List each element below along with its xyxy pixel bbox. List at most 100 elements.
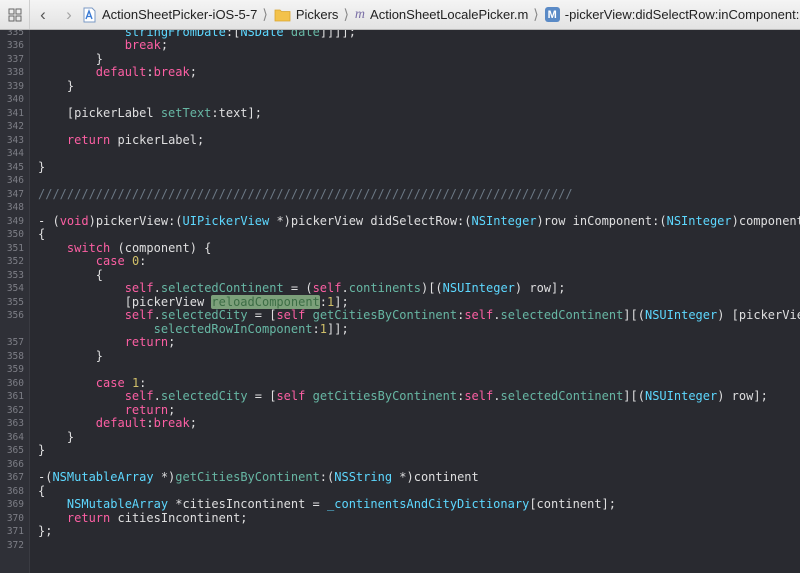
code-text: return; xyxy=(38,402,176,418)
code-token: ; xyxy=(160,38,169,52)
code-line[interactable]: 365} xyxy=(0,443,800,458)
code-line[interactable]: 344 xyxy=(0,147,800,161)
code-token: : xyxy=(139,254,147,268)
code-token: return xyxy=(66,510,111,525)
code-token: break xyxy=(124,38,161,52)
code-line[interactable]: 347 /////////////////////////////////////… xyxy=(0,187,800,202)
code-line[interactable]: 351 switch (component) { xyxy=(0,240,800,256)
code-token: . xyxy=(153,281,161,295)
source-editor[interactable]: 335 stringFromDate:[NSDate date]]]]; 336 … xyxy=(0,30,800,573)
code-line[interactable]: 345} xyxy=(0,160,800,175)
code-token: (component) { xyxy=(110,240,212,255)
code-token: self xyxy=(464,308,494,322)
code-line[interactable]: selectedRowInComponent:1]]; xyxy=(0,321,800,337)
code-token: = [ xyxy=(247,308,277,322)
code-token: { xyxy=(38,483,46,498)
code-token: : xyxy=(312,321,320,336)
code-text: { xyxy=(38,483,46,499)
code-text: case 0: xyxy=(38,254,147,269)
code-token: reloadComponent xyxy=(211,294,320,309)
code-line[interactable]: 361 self.selectedCity = [self getCitiesB… xyxy=(0,389,800,404)
code-text: - (void)pickerView:(UIPickerView *)picke… xyxy=(38,213,800,229)
code-line[interactable]: 370 return citiesIncontinent; xyxy=(0,510,800,526)
code-line[interactable]: 367 -(NSMutableArray *)getCitiesByContine… xyxy=(0,470,800,485)
code-token: self xyxy=(124,308,154,322)
line-number: 365 xyxy=(6,445,24,456)
code-token: continents xyxy=(348,281,421,295)
code-line[interactable]: 343 return pickerLabel; xyxy=(0,133,800,148)
code-token: date xyxy=(290,30,320,39)
code-line[interactable]: 348 xyxy=(0,201,800,215)
code-line[interactable]: 372 xyxy=(0,539,800,553)
code-line[interactable]: 346 xyxy=(0,174,800,188)
code-line[interactable]: 364 } xyxy=(0,430,800,445)
code-text: return; xyxy=(38,335,176,350)
line-number: 336 xyxy=(6,40,24,51)
code-line[interactable]: 366 xyxy=(0,458,800,472)
code-line[interactable]: 340 xyxy=(0,93,800,107)
code-line[interactable]: 352 case 0: xyxy=(0,254,800,269)
breadcrumb-method[interactable]: M -pickerView:didSelectRow:inComponent: xyxy=(544,0,800,29)
code-token: NSInteger xyxy=(666,213,732,228)
code-token: = ( xyxy=(283,281,313,295)
code-line[interactable]: 362 return; xyxy=(0,402,800,418)
xcode-project-icon xyxy=(82,7,97,23)
code-token: return xyxy=(124,402,169,417)
breadcrumb-file[interactable]: m ActionSheetLocalePicker.m xyxy=(355,0,528,29)
line-number: 343 xyxy=(6,134,24,146)
code-line[interactable]: 360 case 1: xyxy=(0,376,800,391)
code-token: [continent]; xyxy=(529,497,617,511)
code-line[interactable]: 353 { xyxy=(0,268,800,283)
breadcrumb-group[interactable]: Pickers xyxy=(274,0,338,29)
breadcrumb-project[interactable]: ActionSheetPicker-iOS-5-7 xyxy=(82,0,257,29)
code-text: { xyxy=(38,227,45,242)
code-line[interactable]: 355 [pickerView reloadComponent:1]; xyxy=(0,294,800,310)
code-line[interactable]: 342 xyxy=(0,120,800,134)
code-token: : xyxy=(146,65,154,79)
code-token: ) [pickerView xyxy=(717,308,800,322)
code-line[interactable]: 369 NSMutableArray *citiesIncontinent = … xyxy=(0,497,800,512)
code-token: citiesIncontinent; xyxy=(110,510,248,525)
code-line[interactable]: 354 self.selectedContinent = (self.conti… xyxy=(0,281,800,296)
code-token: )row inComponent:( xyxy=(536,213,667,228)
code-token: selectedCity xyxy=(160,389,248,403)
code-token: } xyxy=(95,348,104,363)
jump-bar: ‹ › ActionSheetPicker-iOS-5-7 ⟩ Pickers … xyxy=(0,0,800,30)
code-line[interactable]: 338 default:break; xyxy=(0,65,800,80)
code-text: } xyxy=(38,52,103,67)
line-number: 361 xyxy=(6,391,24,402)
code-line[interactable]: 341 [pickerLabel setText:text]; xyxy=(0,106,800,121)
code-text: } xyxy=(38,430,74,445)
code-token: ][( xyxy=(623,389,645,403)
code-token: ) row]; xyxy=(717,389,768,403)
line-number: 351 xyxy=(6,242,24,254)
code-line[interactable]: 363 default:break; xyxy=(0,416,800,431)
line-number: 338 xyxy=(6,67,24,78)
code-text: break; xyxy=(38,38,169,53)
code-line[interactable]: 337 } xyxy=(0,52,800,67)
code-line[interactable]: 368 { xyxy=(0,483,800,499)
code-line[interactable]: 339 } xyxy=(0,79,800,94)
line-number: 346 xyxy=(6,175,24,186)
line-number: 363 xyxy=(6,418,24,429)
code-line[interactable]: 358 } xyxy=(0,348,800,364)
related-items-icon[interactable] xyxy=(0,0,30,29)
code-token: :[ xyxy=(225,30,241,39)
breadcrumb-method-label: -pickerView:didSelectRow:inComponent: xyxy=(564,7,800,22)
code-line[interactable]: 359 xyxy=(0,363,800,377)
code-token: . xyxy=(153,308,161,322)
code-text: switch (component) { xyxy=(38,240,212,256)
code-line[interactable]: 357 return; xyxy=(0,335,800,350)
line-number: 348 xyxy=(6,202,24,213)
code-line[interactable]: 336 break; xyxy=(0,38,800,53)
code-line[interactable]: 350 { xyxy=(0,227,800,242)
code-token: *citiesIncontinent = xyxy=(168,497,328,511)
forward-arrow-icon[interactable]: › xyxy=(56,0,82,29)
code-line[interactable]: 371}; xyxy=(0,524,800,539)
code-token: ]]]]; xyxy=(319,30,356,39)
code-line[interactable]: 356 self.selectedCity = [self getCitiesB… xyxy=(0,308,800,323)
code-line[interactable]: 349 - (void)pickerView:(UIPickerView *)pi… xyxy=(0,213,800,229)
back-arrow-icon[interactable]: ‹ xyxy=(30,0,56,29)
code-text: NSMutableArray *citiesIncontinent = _con… xyxy=(38,497,617,512)
code-token: case xyxy=(95,254,125,268)
